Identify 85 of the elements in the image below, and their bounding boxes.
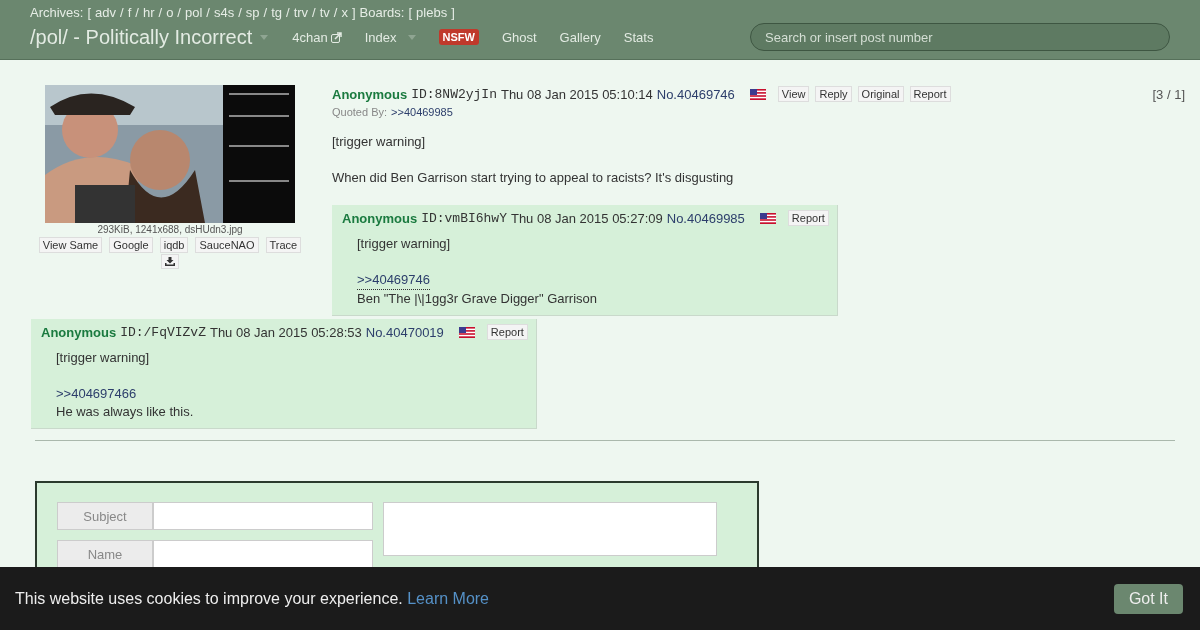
- image-search-button[interactable]: View Same: [38, 237, 103, 253]
- poster-id: ID:8NW2yjIn: [411, 86, 497, 102]
- post-text: He was always like this.: [56, 403, 194, 421]
- flag-icon: [749, 88, 766, 100]
- separator: /: [238, 5, 242, 20]
- archive-link[interactable]: adv: [95, 5, 117, 20]
- cookie-message: This website uses cookies to improve your experience. Learn More: [15, 589, 489, 608]
- caret-icon[interactable]: [260, 34, 269, 40]
- post-number[interactable]: No.40469746: [656, 86, 735, 102]
- poster-name: Anonymous: [41, 324, 117, 340]
- comment-field[interactable]: [383, 502, 717, 556]
- field-label: Subject: [57, 502, 153, 530]
- archive-link[interactable]: trv: [293, 5, 309, 20]
- bracket: ]: [451, 5, 455, 20]
- archive-link[interactable]: o: [166, 5, 174, 20]
- post-action-button[interactable]: Report: [787, 210, 829, 226]
- post-number[interactable]: No.40469985: [666, 210, 745, 226]
- poster-id: ID:vmBI6hwY: [421, 210, 507, 226]
- archives-label: Archives:: [30, 5, 84, 20]
- input-field[interactable]: [153, 502, 373, 530]
- search-field[interactable]: Search or insert post number: [750, 23, 1170, 51]
- nav-link[interactable]: Ghost: [501, 29, 537, 45]
- post-text: [trigger warning]: [357, 235, 451, 253]
- image-search-button[interactable]: iqdb: [159, 237, 189, 253]
- separator: /: [206, 5, 210, 20]
- input-field[interactable]: [153, 540, 373, 568]
- separator: /: [312, 5, 316, 20]
- caret-icon: [407, 34, 416, 40]
- post-date: Thu 08 Jan 2015 05:27:09: [510, 210, 663, 226]
- poster-id: ID:/FqVIZvZ: [120, 324, 206, 340]
- board-title[interactable]: /pol/ - Politically Incorrect: [30, 25, 253, 49]
- post-date: Thu 08 Jan 2015 05:28:53: [209, 324, 362, 340]
- field-label: Name: [57, 540, 153, 568]
- got-it-button[interactable]: Got It: [1113, 583, 1183, 614]
- quoted-by-label: Quoted By:: [332, 106, 388, 118]
- learn-more-link[interactable]: Learn More: [407, 589, 489, 607]
- image-search-button[interactable]: SauceNAO: [195, 237, 259, 253]
- image-search-button[interactable]: Google: [109, 237, 153, 253]
- archive-link[interactable]: x: [341, 5, 348, 20]
- post-action-button[interactable]: View: [777, 86, 810, 102]
- post-counter: [3 / 1]: [1152, 86, 1185, 102]
- boards-label: Boards:: [359, 5, 405, 20]
- archive-link[interactable]: tv: [319, 5, 330, 20]
- separator: /: [120, 5, 124, 20]
- nav-link[interactable]: Gallery: [559, 29, 601, 45]
- bracket: ]: [352, 5, 356, 20]
- post-text: When did Ben Garrison start trying to appeal to racists? It's disgusting: [332, 169, 734, 187]
- download-icon[interactable]: [161, 254, 179, 269]
- archive-link[interactable]: s4s: [213, 5, 235, 20]
- quote-link[interactable]: >>40469746: [357, 271, 431, 290]
- post-text: Ben "The |\|1gg3r Grave Digger" Garrison: [357, 290, 597, 308]
- bracket: [: [408, 5, 413, 20]
- flag-icon: [458, 326, 475, 338]
- post-action-button[interactable]: Report: [909, 86, 951, 102]
- post-date: Thu 08 Jan 2015 05:10:14: [500, 86, 653, 102]
- separator: /: [286, 5, 290, 20]
- separator: /: [158, 5, 163, 20]
- flag-icon: [759, 212, 776, 224]
- separator: /: [135, 5, 139, 20]
- quote-link[interactable]: >>40469985: [391, 106, 453, 118]
- file-info: 293KiB, 1241x688, dsHUdn3.jpg: [97, 224, 243, 235]
- bracket: [: [87, 5, 92, 20]
- post-number[interactable]: No.40470019: [365, 324, 444, 340]
- archive-link[interactable]: hr: [142, 5, 155, 20]
- nav-dropdown[interactable]: Index: [364, 29, 416, 45]
- archive-link[interactable]: pol: [185, 5, 203, 20]
- archive-link[interactable]: f: [127, 5, 132, 20]
- poster-name: Anonymous: [342, 210, 418, 226]
- post-text: [trigger warning]: [332, 133, 426, 151]
- post-action-button[interactable]: Reply: [815, 86, 852, 102]
- separator: /: [263, 5, 268, 20]
- board-link[interactable]: plebs: [416, 5, 448, 20]
- separator: /: [333, 5, 338, 20]
- nsfw-badge: NSFW: [438, 29, 479, 45]
- archive-link[interactable]: tg: [271, 5, 283, 20]
- post-text: [trigger warning]: [56, 349, 150, 367]
- external-link-icon: [330, 31, 342, 43]
- post-action-button[interactable]: Report: [486, 324, 528, 340]
- image-search-button[interactable]: Trace: [265, 237, 302, 253]
- separator: /: [177, 5, 181, 20]
- nav-link[interactable]: Stats: [623, 29, 654, 45]
- poster-name: Anonymous: [332, 86, 408, 102]
- post-action-button[interactable]: Original: [857, 86, 904, 102]
- nav-link[interactable]: 4chan: [292, 29, 342, 45]
- archive-link[interactable]: sp: [245, 5, 260, 20]
